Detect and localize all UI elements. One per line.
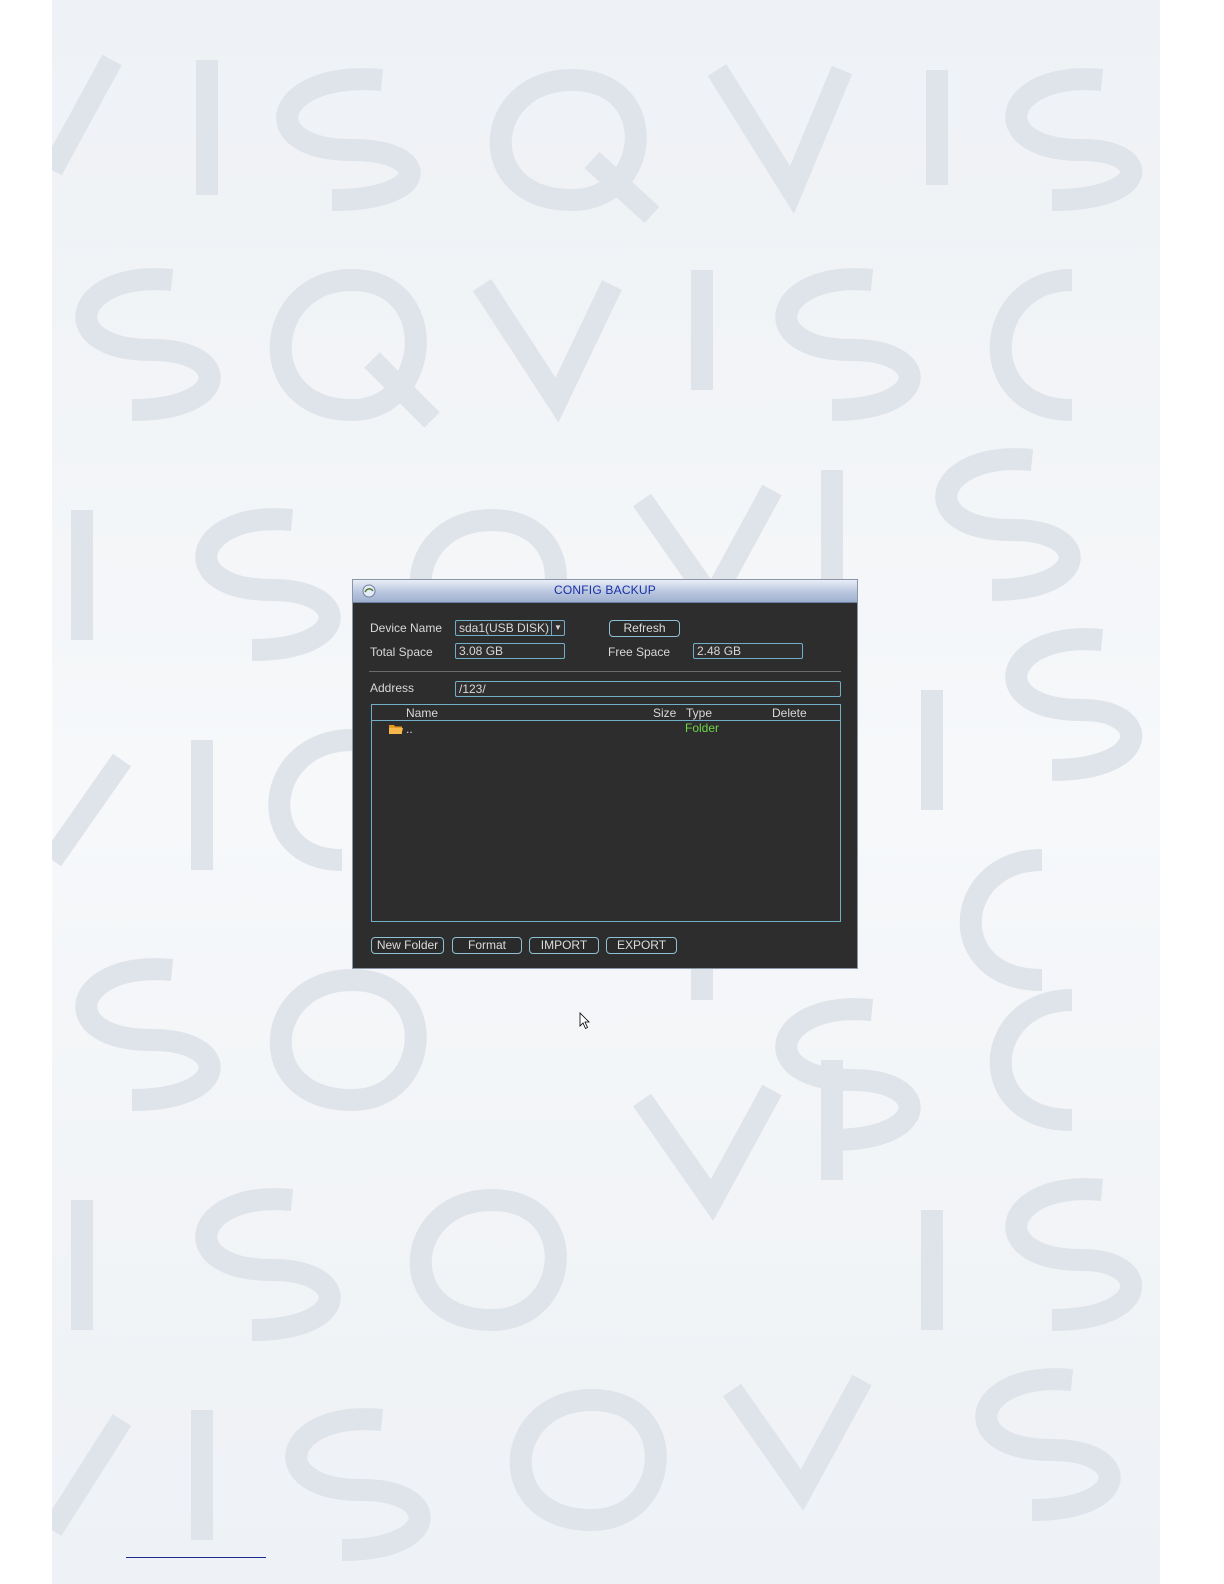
device-name-select[interactable]: sda1(USB DISK) ▼ <box>455 620 565 636</box>
list-item-name: .. <box>406 722 413 736</box>
address-field[interactable]: /123/ <box>455 681 841 697</box>
address-label: Address <box>370 681 415 695</box>
file-list-header: Name Size Type Delete <box>372 705 840 721</box>
total-space-field: 3.08 GB <box>455 643 565 659</box>
column-delete: Delete <box>772 706 807 720</box>
format-button[interactable]: Format <box>452 937 522 954</box>
footer-divider <box>126 1557 266 1558</box>
total-space-label: Total Space <box>370 645 433 659</box>
import-button[interactable]: IMPORT <box>529 937 599 954</box>
dialog-titlebar: CONFIG BACKUP <box>353 580 857 603</box>
folder-icon <box>389 725 403 734</box>
free-space-field: 2.48 GB <box>693 643 803 659</box>
column-size: Size <box>653 706 677 720</box>
dialog-title: CONFIG BACKUP <box>554 583 656 597</box>
list-item-type: Folder <box>685 721 720 735</box>
export-button[interactable]: EXPORT <box>606 937 677 954</box>
new-folder-button[interactable]: New Folder <box>371 937 444 954</box>
column-name: Name <box>406 706 439 720</box>
device-name-label: Device Name <box>370 621 443 635</box>
mouse-cursor-icon <box>579 1012 590 1030</box>
chevron-down-icon[interactable]: ▼ <box>551 621 564 635</box>
file-list[interactable]: Name Size Type Delete .. Folder <box>371 704 841 1030</box>
list-item[interactable]: .. Folder <box>372 721 840 737</box>
refresh-button[interactable]: Refresh <box>609 620 680 637</box>
column-type: Type <box>686 706 713 720</box>
config-backup-dialog: CONFIG BACKUP Device Name sda1(USB DISK)… <box>352 579 858 1030</box>
divider <box>369 671 841 672</box>
free-space-label: Free Space <box>608 645 671 659</box>
device-name-value: sda1(USB DISK) <box>459 621 550 635</box>
